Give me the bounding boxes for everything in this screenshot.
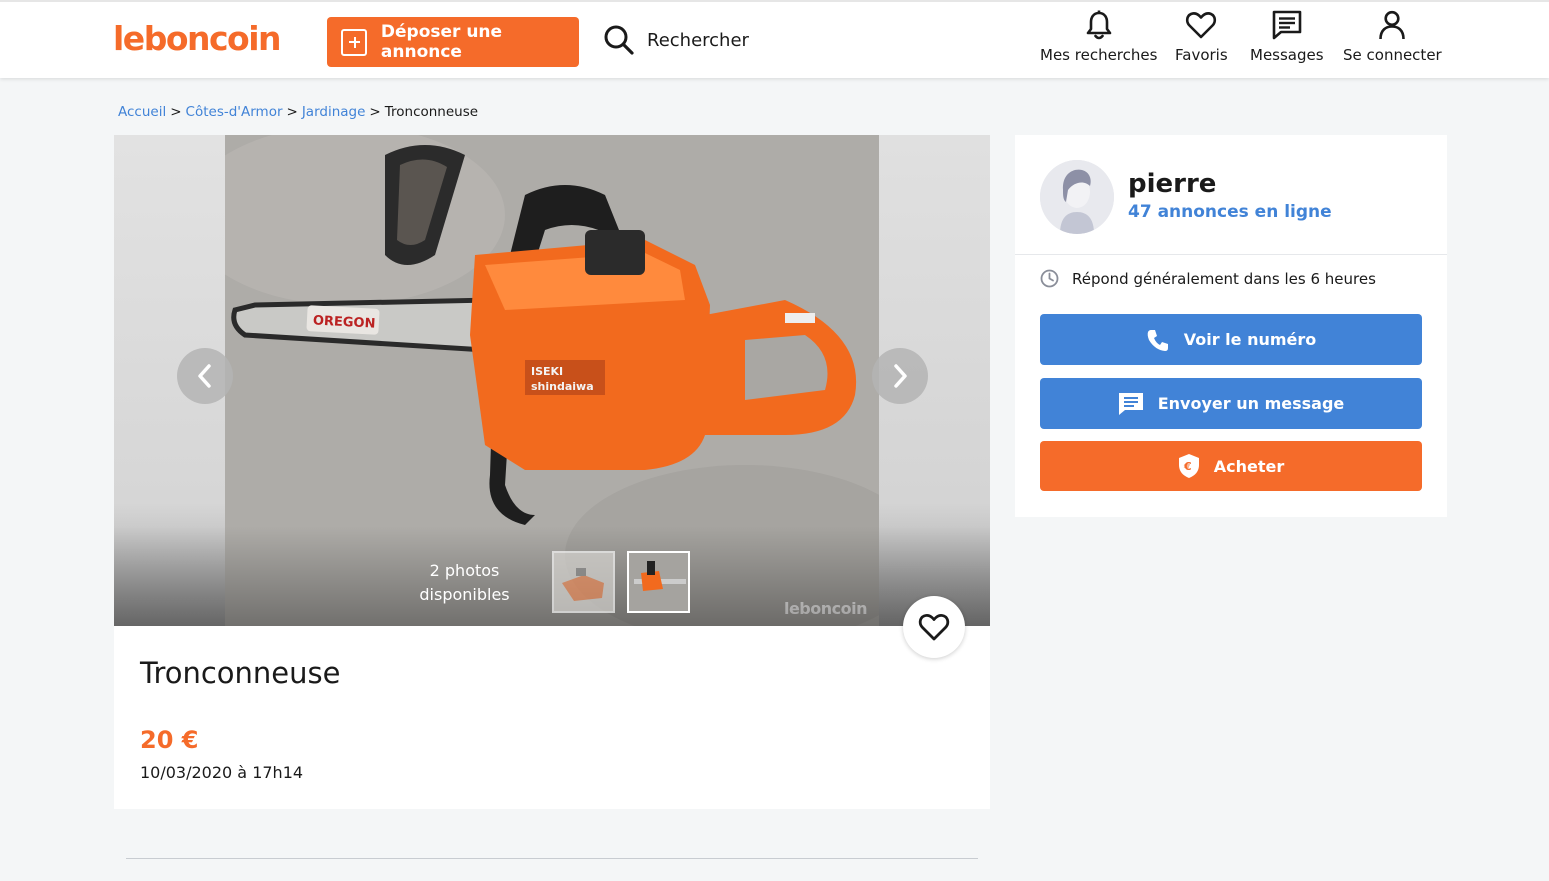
reply-time: Répond généralement dans les 6 heures	[1040, 269, 1376, 288]
reply-time-text: Répond généralement dans les 6 heures	[1072, 269, 1376, 288]
listing-price: 20 €	[140, 726, 199, 754]
leboncoin-logo[interactable]: leboncoin	[113, 19, 282, 58]
post-ad-button[interactable]: Déposer une annonce	[327, 17, 579, 67]
show-phone-number-label: Voir le numéro	[1183, 330, 1317, 349]
nav-messages-label: Messages	[1250, 46, 1324, 64]
add-to-favorites-button[interactable]	[903, 596, 965, 658]
listing-date: 10/03/2020 à 17h14	[140, 763, 304, 782]
seller-card: pierre 47 annonces en ligne Répond génér…	[1015, 135, 1447, 517]
photos-count: 2 photos disponibles	[406, 559, 523, 607]
nav-login[interactable]: Se connecter	[1343, 10, 1442, 64]
svg-text:shindaiwa: shindaiwa	[531, 380, 594, 393]
bell-icon	[1086, 10, 1112, 40]
photo-thumbnail-1[interactable]	[552, 551, 615, 613]
breadcrumb-separator: >	[170, 104, 182, 120]
clock-icon	[1040, 269, 1059, 288]
breadcrumb-region[interactable]: Côtes-d'Armor	[186, 104, 283, 120]
seller-avatar[interactable]	[1040, 160, 1114, 234]
heart-icon	[918, 614, 950, 641]
send-message-button[interactable]: Envoyer un message	[1040, 378, 1422, 429]
message-icon	[1272, 10, 1302, 40]
listing-info: Tronconneuse 20 € 10/03/2020 à 17h14	[114, 626, 990, 809]
chevron-left-icon	[198, 364, 211, 388]
section-divider	[126, 858, 978, 859]
buy-label: Acheter	[1213, 456, 1285, 476]
search-icon	[604, 25, 634, 55]
heart-icon	[1186, 12, 1217, 39]
plus-square-icon	[341, 28, 367, 56]
post-ad-label: Déposer une annonce	[380, 22, 503, 62]
listing-title: Tronconneuse	[140, 656, 341, 690]
search-label: Rechercher	[647, 29, 749, 51]
search-button[interactable]: Rechercher	[603, 24, 749, 56]
nav-login-label: Se connecter	[1343, 46, 1442, 64]
seller-divider	[1015, 254, 1447, 255]
previous-photo-button[interactable]	[177, 348, 233, 404]
svg-text:€: €	[1183, 460, 1192, 473]
nav-favorites[interactable]: Favoris	[1175, 10, 1228, 64]
chevron-right-icon	[894, 364, 907, 388]
breadcrumb-category[interactable]: Jardinage	[302, 104, 366, 120]
buy-button[interactable]: € Acheter	[1040, 441, 1422, 491]
nav-my-searches[interactable]: Mes recherches	[1040, 10, 1157, 64]
nav-messages[interactable]: Messages	[1250, 10, 1324, 64]
next-photo-button[interactable]	[872, 348, 928, 404]
thumbnail-image	[554, 553, 613, 611]
nav-my-searches-label: Mes recherches	[1040, 46, 1158, 64]
phone-icon	[1147, 329, 1168, 351]
photos-count-number: 2 photos	[429, 561, 500, 580]
nav-favorites-label: Favoris	[1175, 46, 1228, 64]
breadcrumb-separator: >	[369, 104, 381, 120]
breadcrumb-separator: >	[286, 104, 298, 120]
seller-name[interactable]: pierre	[1128, 169, 1216, 199]
breadcrumb-current: Tronconneuse	[384, 104, 479, 120]
send-message-label: Envoyer un message	[1157, 394, 1345, 413]
seller-ads-count-link[interactable]: 47 annonces en ligne	[1128, 202, 1332, 222]
show-phone-number-button[interactable]: Voir le numéro	[1040, 314, 1422, 365]
thumbnail-image	[629, 553, 688, 611]
photo-gallery: OREGON ISEKI shindaiwa leboncoin	[114, 135, 990, 626]
breadcrumb-home[interactable]: Accueil	[118, 104, 166, 120]
svg-text:ISEKI: ISEKI	[531, 365, 563, 378]
photo-thumbnail-2[interactable]	[627, 551, 690, 613]
avatar-placeholder-icon	[1040, 160, 1114, 234]
user-icon	[1379, 10, 1406, 40]
photos-count-label: disponibles	[419, 585, 510, 604]
header: leboncoin Déposer une annonce Rechercher…	[0, 0, 1549, 78]
breadcrumb: Accueil > Côtes-d'Armor > Jardinage > Tronconn…	[118, 104, 478, 120]
secure-payment-shield-icon: €	[1178, 454, 1199, 478]
message-icon	[1118, 392, 1143, 415]
